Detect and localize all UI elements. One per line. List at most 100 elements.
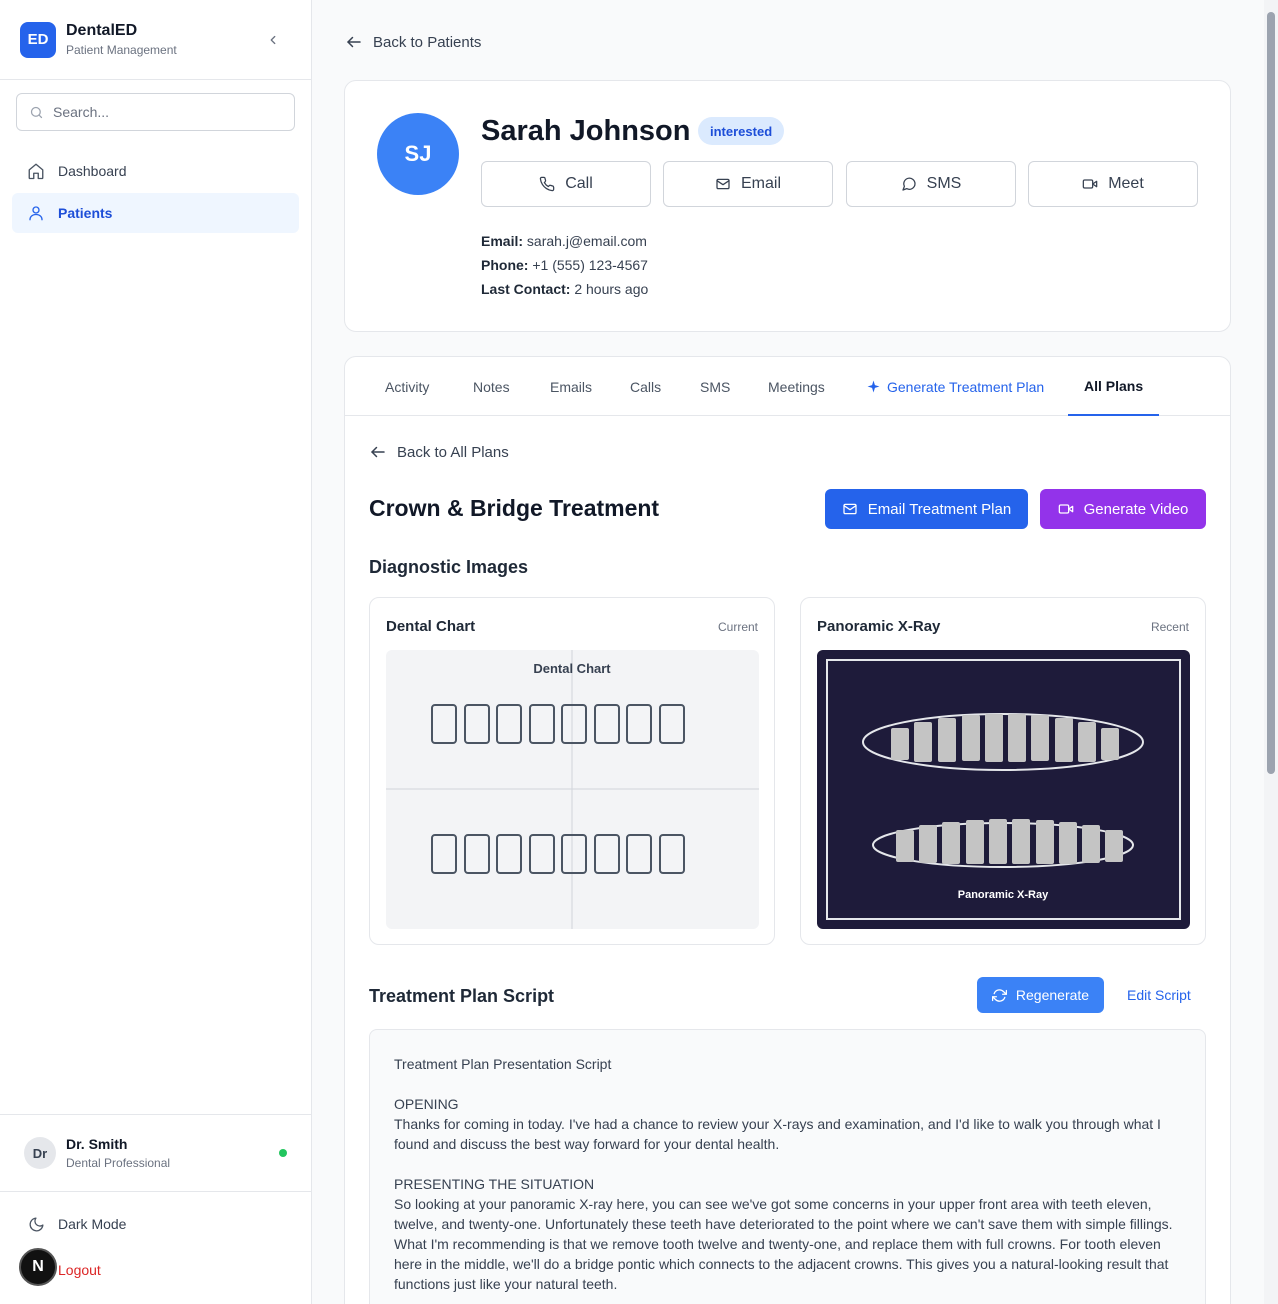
tab-notes[interactable]: Notes: [473, 357, 510, 416]
tab-emails[interactable]: Emails: [550, 357, 592, 416]
last-contact-label: Last Contact:: [481, 281, 571, 297]
brand-header: ED DentalED Patient Management: [0, 0, 311, 80]
patient-tabs: Activity Notes Emails Calls SMS Meetings…: [345, 357, 1230, 416]
user-icon: [26, 203, 46, 223]
email-treatment-plan-button[interactable]: Email Treatment Plan: [825, 489, 1028, 529]
script-heading: Treatment Plan Presentation Script: [394, 1056, 612, 1072]
dark-mode-toggle[interactable]: Dark Mode: [26, 1214, 126, 1234]
tab-calls[interactable]: Calls: [630, 357, 661, 416]
sparkle-icon: [867, 380, 880, 393]
patient-name: Sarah Johnson: [481, 115, 691, 147]
email-button[interactable]: Email: [663, 161, 833, 207]
sidebar-item-label: Patients: [58, 205, 113, 221]
arrow-left-icon: [369, 443, 387, 461]
patient-phone-row: Phone: +1 (555) 123-4567: [481, 257, 648, 273]
email-label: Email: [740, 175, 781, 192]
meet-label: Meet: [1108, 175, 1144, 192]
dental-chart-card[interactable]: Dental Chart Current Dental Chart: [369, 597, 775, 945]
user-role: Dental Professional: [66, 1156, 171, 1170]
video-icon: [1058, 501, 1074, 517]
treatment-script-text[interactable]: Treatment Plan Presentation Script OPENI…: [369, 1029, 1206, 1304]
brand-title: DentalED: [66, 22, 138, 39]
patient-email: sarah.j@email.com: [526, 233, 647, 249]
sidebar-item-label: Dashboard: [58, 163, 127, 179]
panoramic-xray-tag: Recent: [1150, 620, 1189, 634]
back-to-all-plans-link[interactable]: Back to All Plans: [369, 443, 509, 461]
search-icon: [30, 106, 43, 118]
chevron-left-icon: [270, 35, 276, 45]
tab-label: Generate Treatment Plan: [887, 378, 1045, 395]
generate-video-button[interactable]: Generate Video: [1040, 489, 1206, 529]
generate-video-label: Generate Video: [1083, 500, 1189, 518]
message-circle-icon: [901, 176, 917, 192]
brand-subtitle: Patient Management: [66, 43, 177, 57]
script-situation-text: So looking at your panoramic X-ray here,…: [394, 1196, 1173, 1292]
phone-field-label: Phone:: [481, 257, 529, 273]
main-content: Back to Patients SJ Sarah Johnson intere…: [312, 0, 1264, 1304]
avatar: Dr: [24, 1137, 56, 1169]
tab-generate-treatment-plan[interactable]: Generate Treatment Plan: [867, 357, 1044, 416]
tab-activity[interactable]: Activity: [385, 357, 429, 416]
regenerate-button[interactable]: Regenerate: [977, 977, 1104, 1013]
dental-chart-tag: Current: [717, 620, 758, 634]
script-opening-text: Thanks for coming in today. I've had a c…: [394, 1116, 1161, 1152]
email-treatment-plan-label: Email Treatment Plan: [867, 500, 1012, 518]
script-opening-title: OPENING: [394, 1096, 459, 1112]
phone-icon: [539, 176, 555, 192]
panoramic-xray-inner-label: Panoramic X-Ray: [958, 889, 1049, 901]
patient-last-contact-row: Last Contact: 2 hours ago: [481, 281, 648, 297]
script-situation-title: PRESENTING THE SITUATION: [394, 1176, 595, 1192]
tab-all-plans[interactable]: All Plans: [1068, 357, 1160, 416]
sidebar-item-dashboard[interactable]: Dashboard: [12, 151, 299, 191]
tab-sms[interactable]: SMS: [700, 357, 730, 416]
back-to-patients-label: Back to Patients: [373, 33, 482, 51]
home-icon: [26, 161, 46, 181]
call-label: Call: [565, 175, 593, 192]
page-scrollbar[interactable]: [1264, 0, 1278, 1304]
dental-chart-title: Dental Chart: [386, 618, 476, 635]
treatment-plan-card: Activity Notes Emails Calls SMS Meetings…: [344, 356, 1231, 1304]
logout-label: Logout: [58, 1262, 101, 1278]
user-name: Dr. Smith: [66, 1136, 128, 1152]
sidebar: ED DentalED Patient Management Dashboard…: [0, 0, 312, 1304]
logout-button[interactable]: Logout: [58, 1262, 101, 1278]
mail-icon: [715, 176, 731, 192]
patient-email-row: Email: sarah.j@email.com: [481, 233, 647, 249]
meet-button[interactable]: Meet: [1028, 161, 1198, 207]
search-input[interactable]: [53, 104, 273, 120]
dental-chart-inner-label: Dental Chart: [533, 661, 611, 676]
moon-icon: [26, 1214, 46, 1234]
dental-chart-image: Dental Chart: [386, 650, 759, 929]
patient-avatar: SJ: [377, 113, 459, 195]
back-to-all-plans-label: Back to All Plans: [397, 443, 509, 461]
video-icon: [1082, 176, 1098, 192]
sms-button[interactable]: SMS: [846, 161, 1016, 207]
patient-phone: +1 (555) 123-4567: [532, 257, 648, 273]
status-badge: interested: [698, 117, 785, 145]
mail-icon: [842, 501, 858, 517]
arrow-left-icon: [345, 33, 363, 51]
refresh-icon: [991, 988, 1007, 1003]
tab-meetings[interactable]: Meetings: [768, 357, 825, 416]
edit-script-link[interactable]: Edit Script: [1127, 987, 1191, 1003]
panoramic-xray-image: Panoramic X-Ray: [817, 650, 1190, 929]
patient-profile-card: SJ Sarah Johnson interested Call Email S…: [344, 80, 1231, 332]
online-status-indicator: [279, 1149, 287, 1157]
dark-mode-label: Dark Mode: [58, 1216, 127, 1232]
call-button[interactable]: Call: [481, 161, 651, 207]
patient-last-contact: 2 hours ago: [574, 281, 649, 297]
panoramic-xray-card[interactable]: Panoramic X-Ray Recent Panoramic X-Ray: [800, 597, 1206, 945]
panoramic-xray-title: Panoramic X-Ray: [817, 618, 941, 635]
scrollbar-thumb[interactable]: [1267, 12, 1275, 774]
diagnostic-images-title: Diagnostic Images: [369, 557, 529, 577]
sms-label: SMS: [926, 175, 962, 192]
sidebar-nav: Dashboard Patients: [0, 151, 311, 233]
sidebar-item-patients[interactable]: Patients: [12, 193, 299, 233]
email-field-label: Email:: [481, 233, 524, 249]
n-badge-icon[interactable]: N: [19, 1248, 57, 1286]
user-profile[interactable]: Dr Dr. Smith Dental Professional: [0, 1114, 311, 1192]
search-box[interactable]: [16, 93, 295, 131]
back-to-patients-link[interactable]: Back to Patients: [345, 33, 481, 51]
brand-logo: ED: [20, 21, 56, 58]
collapse-sidebar-button[interactable]: [263, 30, 283, 50]
